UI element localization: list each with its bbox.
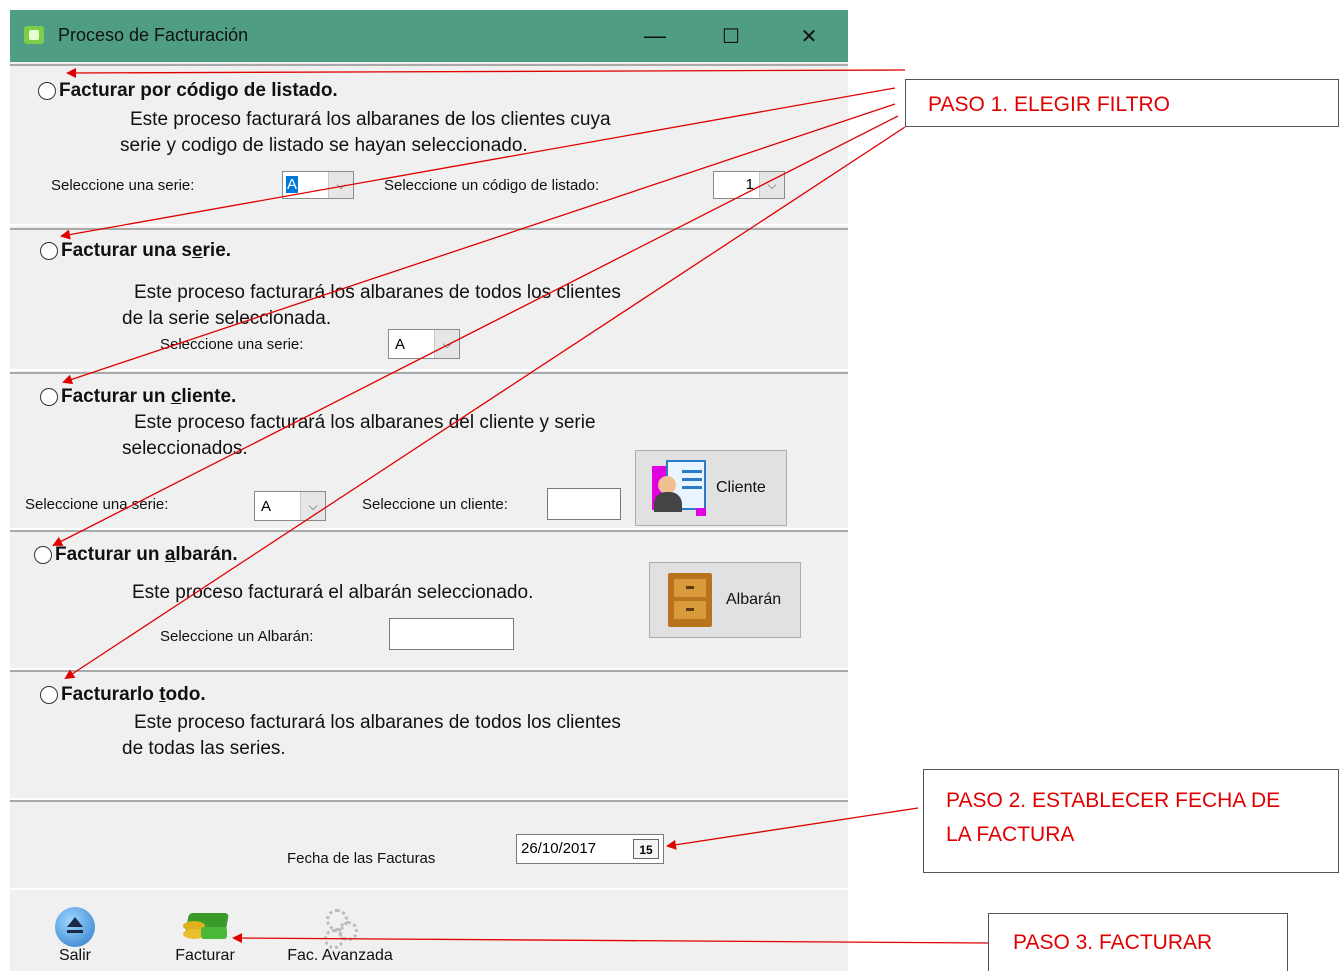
serie-desc-1: Este proceso facturará los albaranes de … bbox=[134, 282, 621, 303]
chevron-down-icon[interactable]: ⌵ bbox=[300, 492, 325, 520]
radio-serie[interactable]: Facturar una serie. bbox=[40, 240, 231, 262]
serie-serie-label: Seleccione una serie: bbox=[160, 336, 304, 353]
radio-albaran[interactable]: Facturar un albarán. bbox=[34, 544, 238, 566]
callout-paso-2-line-1: PASO 2. ESTABLECER FECHA DE bbox=[946, 789, 1281, 812]
todo-desc-1: Este proceso facturará los albaranes de … bbox=[134, 712, 621, 733]
cliente-serie-combo[interactable]: A ⌵ bbox=[254, 491, 326, 521]
serie-desc-2: de la serie seleccionada. bbox=[122, 308, 332, 329]
panel-serie: Facturar una serie. Este proceso factura… bbox=[10, 228, 848, 371]
callout-paso-1: PASO 1. ELEGIR FILTRO bbox=[905, 79, 1339, 127]
gears-icon bbox=[320, 907, 360, 949]
radio-cliente[interactable]: Facturar un cliente. bbox=[40, 386, 236, 408]
salir-button[interactable]: Salir bbox=[40, 907, 110, 965]
chevron-down-icon[interactable]: ⌵ bbox=[328, 172, 353, 198]
panel-fecha: Fecha de las Facturas 26/10/2017 15 bbox=[10, 800, 848, 890]
radio-circle[interactable] bbox=[34, 546, 52, 564]
serie-serie-value: A bbox=[395, 336, 406, 353]
fecha-label: Fecha de las Facturas bbox=[287, 850, 436, 867]
callout-paso-3: PASO 3. FACTURAR bbox=[988, 913, 1288, 971]
minimize-button[interactable]: — bbox=[630, 16, 680, 56]
file-cabinet-icon bbox=[668, 573, 716, 627]
cliente-button[interactable]: Cliente bbox=[635, 450, 787, 526]
radio-circle[interactable] bbox=[40, 686, 58, 704]
callout-paso-2: PASO 2. ESTABLECER FECHA DE LA FACTURA bbox=[923, 769, 1339, 873]
chevron-down-icon[interactable]: ⌵ bbox=[759, 172, 784, 198]
facturar-button[interactable]: Facturar bbox=[170, 907, 240, 965]
chevron-down-icon[interactable]: ⌵ bbox=[434, 330, 459, 358]
panel-cliente: Facturar un cliente. Este proceso factur… bbox=[10, 372, 848, 530]
facturar-label: Facturar bbox=[175, 947, 235, 964]
window-body: Facturar por código de listado. Este pro… bbox=[10, 62, 848, 971]
listado-desc-2: serie y codigo de listado se hayan selec… bbox=[120, 135, 528, 156]
radio-circle[interactable] bbox=[40, 242, 58, 260]
radio-todo-label: Facturarlo todo. bbox=[61, 684, 206, 705]
listado-codigo-value: 1 bbox=[745, 176, 754, 193]
cliente-desc-2: seleccionados. bbox=[122, 438, 248, 459]
radio-serie-label: Facturar una serie. bbox=[61, 240, 232, 261]
fecha-input[interactable]: 26/10/2017 15 bbox=[516, 834, 664, 864]
cliente-cliente-label: Seleccione un cliente: bbox=[362, 496, 508, 513]
radio-circle[interactable] bbox=[40, 388, 58, 406]
salir-label: Salir bbox=[58, 947, 91, 964]
callout-paso-2-line-2: LA FACTURA bbox=[946, 823, 1075, 846]
radio-listado-label: Facturar por código de listado. bbox=[59, 80, 338, 101]
listado-serie-value: A bbox=[286, 176, 299, 193]
panel-listado: Facturar por código de listado. Este pro… bbox=[10, 64, 848, 226]
cliente-serie-value: A bbox=[261, 498, 272, 515]
listado-desc-1: Este proceso facturará los albaranes de … bbox=[130, 109, 611, 130]
cliente-desc-1: Este proceso facturará los albaranes del… bbox=[134, 412, 596, 433]
radio-cliente-label: Facturar un cliente. bbox=[61, 386, 237, 407]
radio-circle[interactable] bbox=[38, 82, 56, 100]
cliente-button-label: Cliente bbox=[716, 479, 766, 496]
panel-todo: Facturarlo todo. Este proceso facturará … bbox=[10, 670, 848, 800]
app-icon bbox=[24, 26, 44, 44]
listado-codigo-combo[interactable]: 1 ⌵ bbox=[713, 171, 785, 199]
cliente-input[interactable] bbox=[547, 488, 621, 520]
fac-avanzada-label: Fac. Avanzada bbox=[287, 947, 393, 964]
listado-codigo-label: Seleccione un código de listado: bbox=[384, 177, 600, 194]
albaran-button[interactable]: Albarán bbox=[649, 562, 801, 638]
albaran-albaran-label: Seleccione un Albarán: bbox=[160, 628, 314, 645]
eject-icon bbox=[55, 907, 95, 947]
maximize-button[interactable]: ☐ bbox=[706, 16, 756, 56]
title-bar[interactable]: Proceso de Facturación — ☐ ✕ bbox=[10, 10, 848, 62]
money-icon bbox=[179, 907, 231, 947]
cliente-serie-label: Seleccione una serie: bbox=[25, 496, 169, 513]
window-title: Proceso de Facturación bbox=[58, 25, 249, 45]
albaran-desc-1: Este proceso facturará el albarán selecc… bbox=[132, 582, 534, 603]
panel-albaran: Facturar un albarán. Este proceso factur… bbox=[10, 530, 848, 670]
close-button[interactable]: ✕ bbox=[784, 16, 834, 56]
client-card-icon bbox=[652, 460, 708, 516]
albaran-input[interactable] bbox=[389, 618, 514, 650]
calendar-icon[interactable]: 15 bbox=[633, 839, 659, 859]
todo-desc-2: de todas las series. bbox=[122, 738, 286, 759]
serie-serie-combo[interactable]: A ⌵ bbox=[388, 329, 460, 359]
radio-todo[interactable]: Facturarlo todo. bbox=[40, 684, 206, 706]
radio-listado[interactable]: Facturar por código de listado. bbox=[38, 80, 338, 102]
billing-window: Proceso de Facturación — ☐ ✕ Facturar po… bbox=[10, 10, 848, 971]
listado-serie-label: Seleccione una serie: bbox=[51, 177, 195, 194]
listado-serie-combo[interactable]: A ⌵ bbox=[282, 171, 354, 199]
albaran-button-label: Albarán bbox=[726, 591, 782, 608]
radio-albaran-label: Facturar un albarán. bbox=[55, 544, 238, 565]
fac-avanzada-button[interactable]: Fac. Avanzada bbox=[275, 907, 405, 965]
fecha-value: 26/10/2017 bbox=[521, 840, 597, 857]
